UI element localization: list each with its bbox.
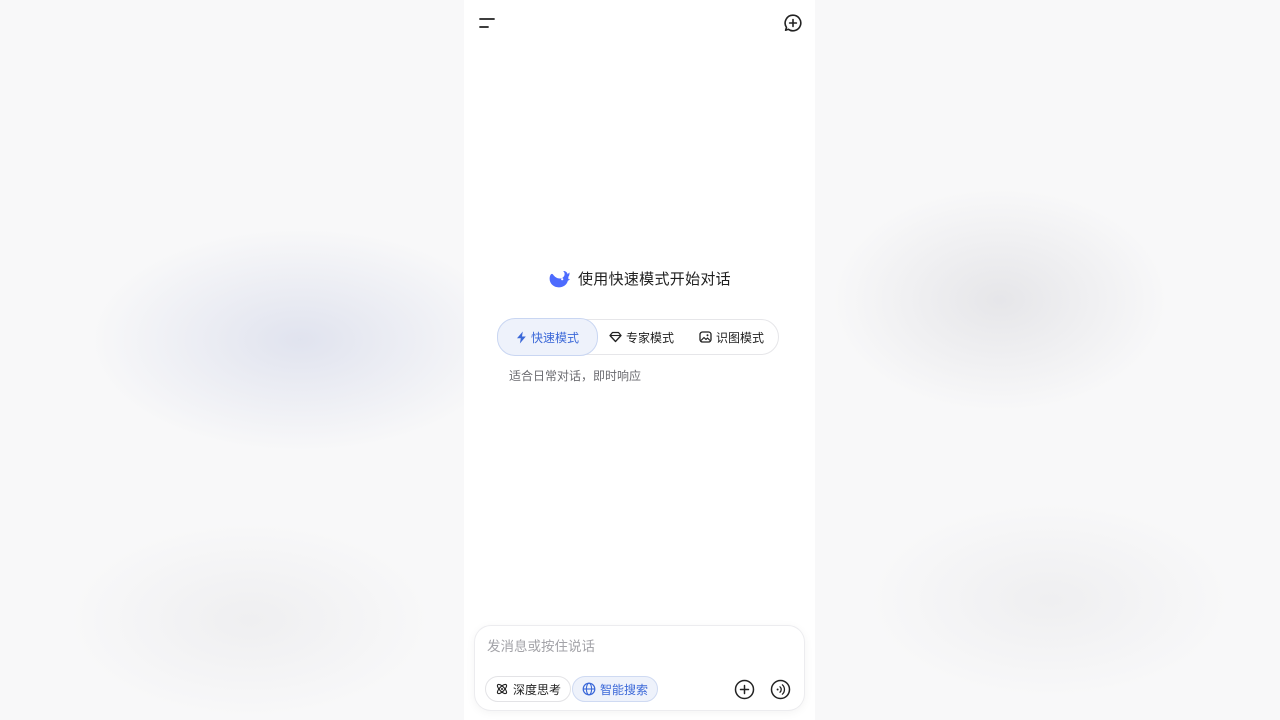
menu-icon — [479, 18, 495, 28]
voice-button[interactable] — [769, 678, 791, 700]
attach-button[interactable] — [733, 678, 755, 700]
welcome-header: 使用快速模式开始对话 — [464, 268, 815, 289]
deep-think-toggle[interactable]: 深度思考 — [485, 676, 572, 702]
tab-expert-mode[interactable]: 专家模式 — [598, 319, 685, 355]
message-input[interactable] — [487, 636, 787, 658]
mode-description: 适合日常对话，即时响应 — [509, 369, 642, 383]
tab-fast-mode[interactable]: 快速模式 — [497, 318, 598, 356]
smart-search-label: 智能搜索 — [600, 682, 649, 697]
smart-search-toggle[interactable]: 智能搜索 — [572, 676, 659, 702]
whale-logo-icon — [549, 270, 570, 287]
deep-think-label: 深度思考 — [513, 682, 562, 697]
atom-icon — [496, 683, 508, 695]
new-chat-button[interactable] — [780, 10, 806, 36]
diamond-icon — [609, 331, 622, 343]
bolt-icon — [516, 331, 526, 343]
tab-label: 专家模式 — [625, 330, 674, 345]
welcome-title: 使用快速模式开始对话 — [577, 270, 731, 288]
tab-vision-mode[interactable]: 识图模式 — [685, 319, 778, 355]
globe-icon — [582, 682, 596, 696]
mode-switcher: 快速模式 专家模式 识图模式 — [497, 318, 779, 356]
menu-button[interactable] — [474, 10, 500, 36]
app-window: 使用快速模式开始对话 快速模式 专家模式 识图模式 适合日常对话，即时响应 发消… — [464, 0, 815, 720]
message-composer: 深度思考 智能搜索 — [475, 626, 804, 710]
tab-label: 识图模式 — [715, 330, 764, 345]
image-icon — [699, 331, 712, 343]
new-chat-icon — [784, 14, 802, 32]
tab-label: 快速模式 — [530, 330, 579, 345]
voice-icon — [770, 679, 790, 699]
plus-circle-icon — [734, 679, 754, 699]
